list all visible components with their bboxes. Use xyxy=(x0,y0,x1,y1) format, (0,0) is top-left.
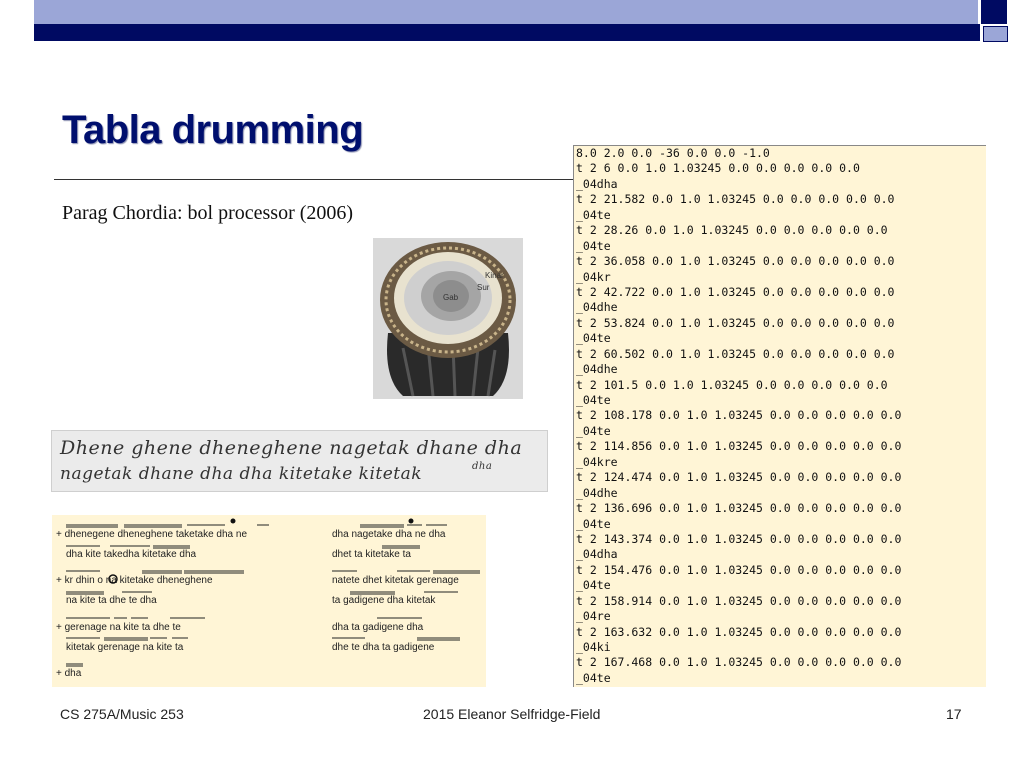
listing-line: t 2 42.722 0.0 1.0 1.03245 0.0 0.0 0.0 0… xyxy=(576,284,895,299)
listing-line: t 2 101.5 0.0 1.0 1.03245 0.0 0.0 0.0 0.… xyxy=(576,377,888,392)
listing-line: _04re xyxy=(576,609,611,624)
drum-label-gab: Gab xyxy=(443,293,459,302)
drum-label-sur: Sur xyxy=(477,283,490,292)
listing-line: _04te xyxy=(576,578,611,593)
listing-line: t 2 6 0.0 1.0 1.03245 0.0 0.0 0.0 0.0 0.… xyxy=(576,161,860,176)
handwritten-bol-strip: Dhene ghene dheneghene nagetak dhane dha… xyxy=(51,430,548,492)
bol-notation-panel: + dhenegene dheneghene taketake dha ne d… xyxy=(52,515,486,687)
listing-line: 8.0 2.0 0.0 -36 0.0 0.0 -1.0 xyxy=(576,146,770,160)
listing-line: t 2 36.058 0.0 1.0 1.03245 0.0 0.0 0.0 0… xyxy=(576,254,895,269)
header-corner-block xyxy=(981,0,1007,24)
listing-line: t 2 114.856 0.0 1.0 1.03245 0.0 0.0 0.0 … xyxy=(576,439,902,454)
listing-line: _04dhe xyxy=(576,485,618,500)
listing-line: t 2 53.824 0.0 1.0 1.03245 0.0 0.0 0.0 0… xyxy=(576,315,895,330)
listing-line: t 2 60.502 0.0 1.0 1.03245 0.0 0.0 0.0 0… xyxy=(576,346,895,361)
footer-copyright: 2015 Eleanor Selfridge-Field xyxy=(423,706,601,722)
listing-line: t 2 158.914 0.0 1.0 1.03245 0.0 0.0 0.0 … xyxy=(576,593,902,608)
listing-line: t 2 108.178 0.0 1.0 1.03245 0.0 0.0 0.0 … xyxy=(576,408,902,423)
listing-line: _04dha xyxy=(576,547,618,562)
listing-line: t 2 163.632 0.0 1.0 1.03245 0.0 0.0 0.0 … xyxy=(576,624,902,639)
handwritten-line-2: nagetak dhane dha dha kitetake kitetak xyxy=(60,464,423,484)
listing-line: _04kre xyxy=(576,454,618,469)
drum-label-kinar: Kinar xyxy=(485,271,504,280)
handwritten-note: dha xyxy=(472,461,493,472)
listing-line: _04te xyxy=(576,238,611,253)
footer-page-number: 17 xyxy=(946,706,962,722)
listing-line: _04te xyxy=(576,331,611,346)
listing-line: _04te xyxy=(576,423,611,438)
listing-line: _04te xyxy=(576,393,611,407)
listing-line: _04te xyxy=(576,207,611,222)
listing-line: t 2 154.476 0.0 1.0 1.03245 0.0 0.0 0.0 … xyxy=(576,562,902,577)
title-divider xyxy=(54,179,574,180)
header-corner-square xyxy=(983,26,1008,42)
listing-line: _04te xyxy=(576,670,611,685)
listing-line: _04dhe xyxy=(576,300,618,315)
listing-line: _04kr xyxy=(576,269,611,284)
listing-line: t 2 124.474 0.0 1.0 1.03245 0.0 0.0 0.0 … xyxy=(576,470,902,485)
handwritten-line-1: Dhene ghene dheneghene nagetak dhane dha xyxy=(60,437,523,459)
listing-line: t 2 143.374 0.0 1.0 1.03245 0.0 0.0 0.0 … xyxy=(576,531,902,546)
listing-line: _04te xyxy=(576,516,611,531)
listing-line: t 2 28.26 0.0 1.0 1.03245 0.0 0.0 0.0 0.… xyxy=(576,223,888,238)
header-band-dark xyxy=(34,24,980,41)
listing-line: t 2 167.468 0.0 1.0 1.03245 0.0 0.0 0.0 … xyxy=(576,655,902,670)
notation-overlines xyxy=(66,518,480,667)
slide-subtitle: Parag Chordia: bol processor (2006) xyxy=(62,202,354,224)
slide-title: Tabla drumming xyxy=(62,108,364,152)
listing-line: t 2 136.696 0.0 1.0 1.03245 0.0 0.0 0.0 … xyxy=(576,501,902,516)
tabla-drum-illustration: Gab Kinar Sur xyxy=(373,238,523,399)
footer-course: CS 275A/Music 253 xyxy=(60,706,184,722)
listing-line: _04ki xyxy=(576,640,611,654)
header-band-light xyxy=(34,0,978,24)
event-data-listing: 8.0 2.0 0.0 -36 0.0 0.0 -1.0 t 2 6 0.0 1.… xyxy=(573,145,986,687)
listing-line: _04dhe xyxy=(576,362,618,377)
tabla-drum-photo: Gab Kinar Sur xyxy=(373,238,523,399)
listing-line: t 2 21.582 0.0 1.0 1.03245 0.0 0.0 0.0 0… xyxy=(576,192,895,207)
listing-line: _04dha xyxy=(576,176,618,191)
